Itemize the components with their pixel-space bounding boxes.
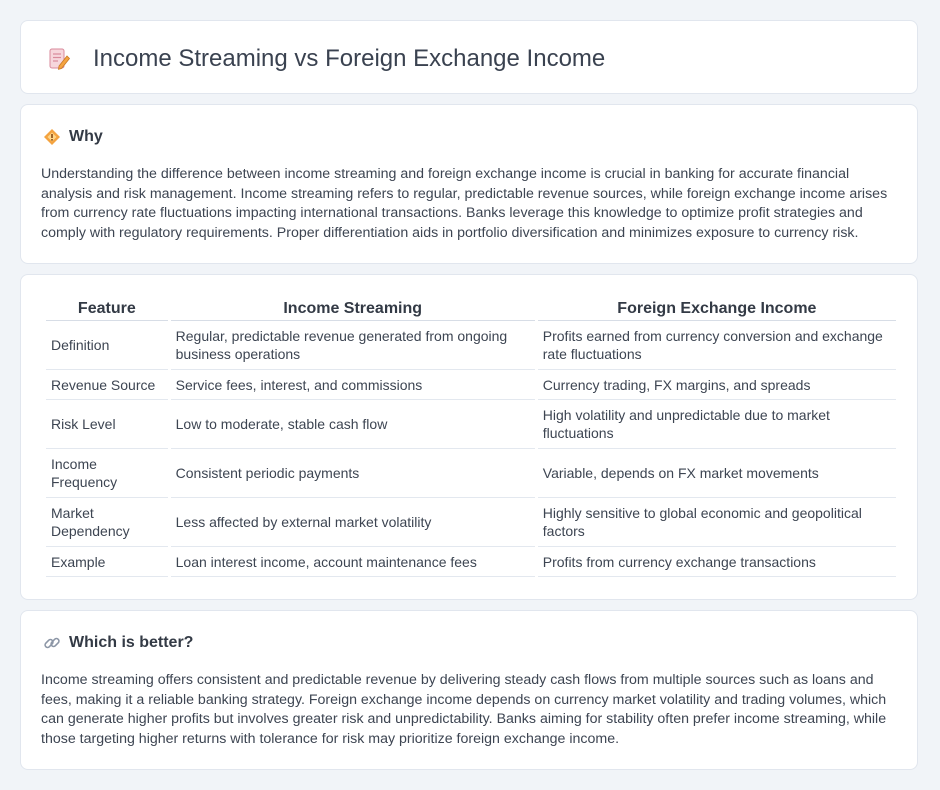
foreign-exchange-cell: High volatility and unpredictable due to… (537, 400, 896, 449)
foreign-exchange-cell: Variable, depends on FX market movements (537, 449, 896, 498)
better-heading: Which is better? (69, 634, 194, 651)
table-row: Income Frequency Consistent periodic pay… (46, 449, 896, 498)
table-row: Example Loan interest income, account ma… (46, 547, 896, 577)
page-title: Income Streaming vs Foreign Exchange Inc… (93, 45, 606, 72)
feature-cell: Risk Level (46, 400, 168, 449)
foreign-exchange-cell: Highly sensitive to global economic and … (537, 498, 896, 547)
header-foreign-exchange-income: Foreign Exchange Income (537, 297, 896, 321)
table-row: Market Dependency Less affected by exter… (46, 498, 896, 547)
better-text: Income streaming offers consistent and p… (41, 672, 887, 747)
why-heading: Why (69, 128, 103, 145)
feature-cell: Income Frequency (46, 449, 168, 498)
why-section: Why Understanding the difference between… (20, 104, 918, 264)
table-row: Risk Level Low to moderate, stable cash … (46, 400, 896, 449)
header-income-streaming: Income Streaming (170, 297, 535, 321)
income-streaming-cell: Loan interest income, account maintenanc… (170, 547, 535, 577)
feature-cell: Market Dependency (46, 498, 168, 547)
income-streaming-cell: Low to moderate, stable cash flow (170, 400, 535, 449)
why-text: Understanding the difference between inc… (41, 166, 888, 241)
income-streaming-cell: Consistent periodic payments (170, 449, 535, 498)
diamond-warning-icon (43, 128, 61, 146)
feature-cell: Revenue Source (46, 370, 168, 400)
income-streaming-cell: Regular, predictable revenue generated f… (170, 321, 535, 370)
comparison-table: Feature Income Streaming Foreign Exchang… (43, 297, 899, 577)
comparison-section: Feature Income Streaming Foreign Exchang… (20, 274, 918, 600)
table-row: Definition Regular, predictable revenue … (46, 321, 896, 370)
income-streaming-cell: Service fees, interest, and commissions (170, 370, 535, 400)
which-is-better-section: Which is better? Income streaming offers… (20, 610, 918, 770)
title-card: Income Streaming vs Foreign Exchange Inc… (20, 20, 918, 94)
why-heading-row: Why (43, 127, 103, 147)
document-pencil-icon (47, 47, 71, 71)
income-streaming-cell: Less affected by external market volatil… (170, 498, 535, 547)
header-feature: Feature (46, 297, 168, 321)
foreign-exchange-cell: Profits earned from currency conversion … (537, 321, 896, 370)
feature-cell: Definition (46, 321, 168, 370)
foreign-exchange-cell: Currency trading, FX margins, and spread… (537, 370, 896, 400)
foreign-exchange-cell: Profits from currency exchange transacti… (537, 547, 896, 577)
better-heading-row: Which is better? (43, 633, 193, 653)
feature-cell: Example (46, 547, 168, 577)
table-row: Revenue Source Service fees, interest, a… (46, 370, 896, 400)
link-icon (43, 634, 61, 652)
table-header-row: Feature Income Streaming Foreign Exchang… (46, 297, 896, 321)
